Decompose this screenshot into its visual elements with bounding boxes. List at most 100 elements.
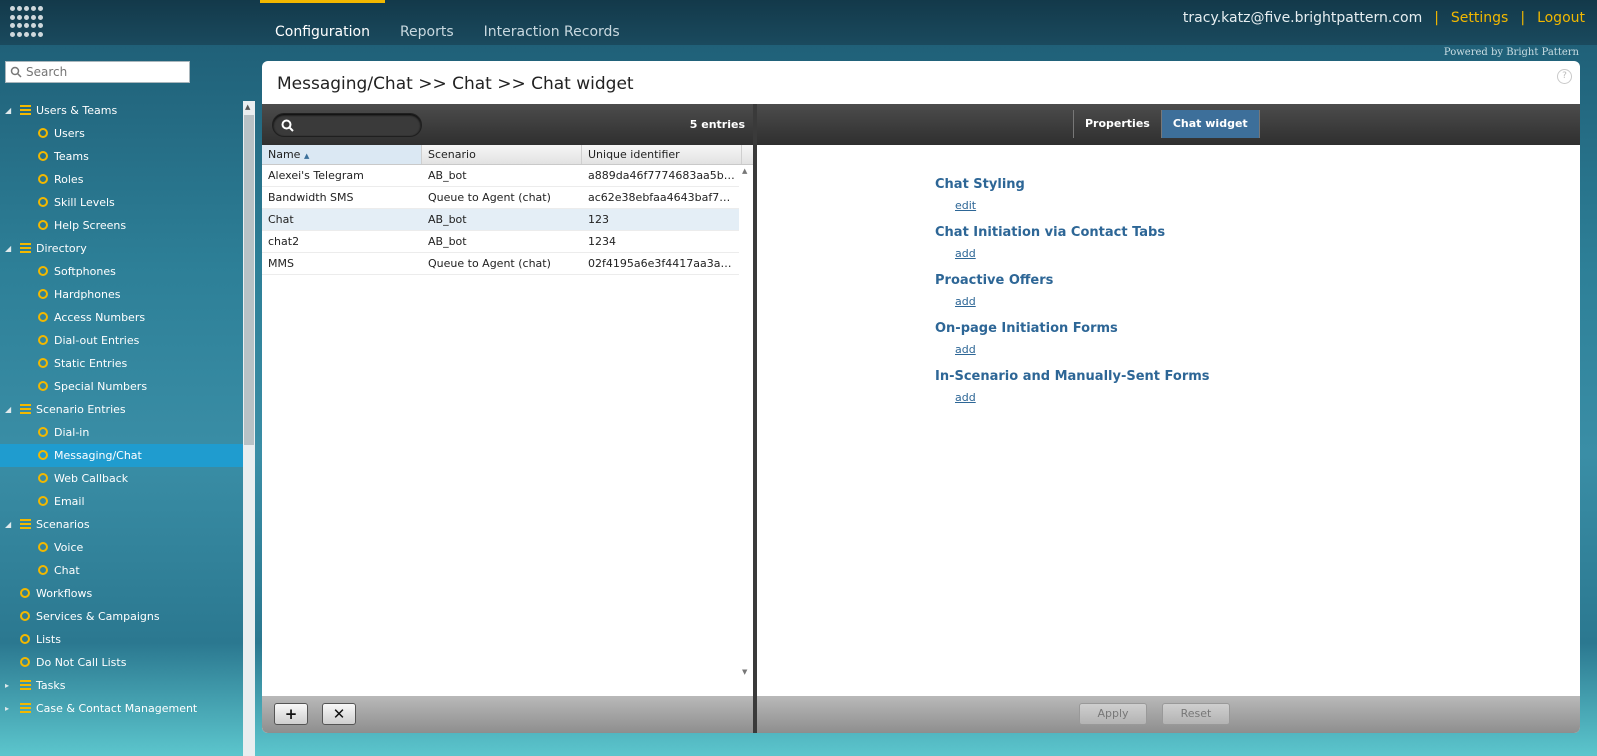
section-add-link[interactable]: add — [955, 388, 1210, 414]
user-area: tracy.katz@five.brightpattern.com | Sett… — [1183, 10, 1585, 26]
sidebar-item[interactable]: Roles — [0, 168, 243, 191]
sidebar-item[interactable]: ▸ Case & Contact Management — [0, 697, 243, 720]
sidebar-item[interactable]: Do Not Call Lists — [0, 651, 243, 674]
top-bar: Configuration Reports Interaction Record… — [0, 0, 1597, 45]
tab-properties[interactable]: Properties — [1073, 110, 1161, 138]
cell-name: Bandwidth SMS — [268, 191, 354, 204]
section-title: Proactive Offers — [935, 273, 1054, 288]
expanded-icon[interactable]: ◢ — [5, 398, 11, 421]
column-name[interactable]: Name ▲ — [262, 145, 422, 164]
section-title: Chat Styling — [935, 177, 1025, 192]
sidebar-scrollbar[interactable]: ▲ ▼ — [243, 101, 255, 756]
section-add-link[interactable]: add — [955, 244, 1210, 270]
expanded-icon[interactable]: ◢ — [5, 99, 11, 122]
ring-icon — [20, 657, 30, 667]
cell-unique-identifier: a889da46f7774683aa5b70b3... — [588, 169, 737, 182]
section-edit-link[interactable]: edit — [955, 196, 1210, 222]
delete-button[interactable]: ✕ — [322, 703, 356, 725]
table-row[interactable]: MMS Queue to Agent (chat) 02f4195a6e3f4417… — [262, 253, 739, 275]
sidebar-item[interactable]: Lists — [0, 628, 243, 651]
ring-icon — [38, 151, 48, 161]
ring-icon — [20, 634, 30, 644]
tab-configuration[interactable]: Configuration — [260, 0, 385, 45]
sidebar-item[interactable]: Messaging/Chat — [0, 444, 243, 467]
sidebar-search-input[interactable] — [26, 65, 176, 79]
section-add-link[interactable]: add — [955, 292, 1210, 318]
user-email: tracy.katz@five.brightpattern.com — [1182, 10, 1423, 26]
sidebar-item-label: Static Entries — [54, 357, 128, 370]
column-scenario[interactable]: Scenario — [422, 145, 582, 164]
help-icon[interactable]: ? — [1557, 69, 1572, 84]
sidebar-item[interactable]: ◢ Scenarios — [0, 513, 243, 536]
reset-button[interactable]: Reset — [1162, 703, 1230, 725]
cell-name: Chat — [268, 213, 294, 226]
list-icon — [20, 680, 31, 691]
sidebar-item-label: Do Not Call Lists — [36, 656, 127, 669]
collapsed-icon[interactable]: ▸ — [5, 697, 9, 720]
ring-icon — [38, 381, 48, 391]
sidebar-item[interactable]: Services & Campaigns — [0, 605, 243, 628]
sidebar-item[interactable]: Users — [0, 122, 243, 145]
details-pane: Properties Chat widget Chat Styling edit C… — [757, 104, 1580, 733]
settings-link[interactable]: Settings — [1451, 10, 1508, 26]
app-menu-icon[interactable] — [10, 6, 43, 38]
tab-interaction-records[interactable]: Interaction Records — [469, 0, 635, 45]
sidebar-item[interactable]: Dial-in — [0, 421, 243, 444]
sidebar-item-label: Dial-in — [54, 426, 90, 439]
sidebar-item[interactable]: Softphones — [0, 260, 243, 283]
sidebar-search[interactable] — [5, 61, 190, 83]
sidebar-item[interactable]: Workflows — [0, 582, 243, 605]
ring-icon — [38, 174, 48, 184]
sidebar-item[interactable]: Voice — [0, 536, 243, 559]
ring-icon — [38, 128, 48, 138]
search-icon — [10, 66, 22, 78]
sidebar-item[interactable]: ▸ Tasks — [0, 674, 243, 697]
scroll-up-icon[interactable]: ▲ — [742, 167, 747, 175]
sidebar-item[interactable]: Web Callback — [0, 467, 243, 490]
tab-chat-widget[interactable]: Chat widget — [1160, 110, 1260, 138]
logout-link[interactable]: Logout — [1537, 10, 1585, 26]
ring-icon — [38, 542, 48, 552]
table-row[interactable]: Chat AB_bot 123 — [262, 209, 739, 231]
sidebar-item[interactable]: Hardphones — [0, 283, 243, 306]
table-row[interactable]: Bandwidth SMS Queue to Agent (chat) ac62e3… — [262, 187, 739, 209]
sidebar-item[interactable]: Teams — [0, 145, 243, 168]
scrollbar-thumb[interactable] — [244, 115, 254, 445]
main-panel: Messaging/Chat >> Chat >> Chat widget ? … — [262, 61, 1580, 733]
sidebar-item-label: Messaging/Chat — [54, 449, 142, 462]
tab-reports[interactable]: Reports — [385, 0, 469, 45]
apply-button[interactable]: Apply — [1079, 703, 1147, 725]
scroll-down-icon[interactable]: ▼ — [742, 668, 747, 676]
section-add-link[interactable]: add — [955, 340, 1210, 366]
powered-by: Powered by Bright Pattern — [1443, 47, 1579, 58]
details-footer: Apply Reset — [757, 696, 1580, 733]
sidebar-item[interactable]: ◢ Users & Teams — [0, 99, 243, 122]
sidebar-item[interactable]: Email — [0, 490, 243, 513]
column-unique-identifier[interactable]: Unique identifier — [582, 145, 742, 164]
grid-header: Name ▲ Scenario Unique identifier — [262, 145, 757, 165]
sidebar-item[interactable]: Chat — [0, 559, 243, 582]
table-row[interactable]: chat2 AB_bot 1234 — [262, 231, 739, 253]
sidebar-item-label: Skill Levels — [54, 196, 115, 209]
expanded-icon[interactable]: ◢ — [5, 237, 11, 260]
sidebar-item[interactable]: Static Entries — [0, 352, 243, 375]
expanded-icon[interactable]: ◢ — [5, 513, 11, 536]
sidebar-item[interactable]: Access Numbers — [0, 306, 243, 329]
sidebar-item[interactable]: Skill Levels — [0, 191, 243, 214]
grid-scrollbar[interactable]: ▲ ▼ — [740, 165, 752, 678]
grid-search-input[interactable] — [272, 113, 422, 137]
sidebar-item[interactable]: ◢ Scenario Entries — [0, 398, 243, 421]
scroll-up-icon[interactable]: ▲ — [245, 103, 250, 111]
sidebar-item-label: Users — [54, 127, 85, 140]
sidebar-item[interactable]: ◢ Directory — [0, 237, 243, 260]
section-title: On-page Initiation Forms — [935, 321, 1118, 336]
sidebar-item[interactable]: Special Numbers — [0, 375, 243, 398]
sidebar-item[interactable]: Help Screens — [0, 214, 243, 237]
table-row[interactable]: Alexei's Telegram AB_bot a889da46f7774683a… — [262, 165, 739, 187]
add-button[interactable]: + — [274, 703, 308, 725]
collapsed-icon[interactable]: ▸ — [5, 674, 9, 697]
entries-count: 5 entries — [689, 118, 745, 131]
search-icon — [281, 119, 294, 132]
sidebar-item[interactable]: Dial-out Entries — [0, 329, 243, 352]
ring-icon — [38, 312, 48, 322]
